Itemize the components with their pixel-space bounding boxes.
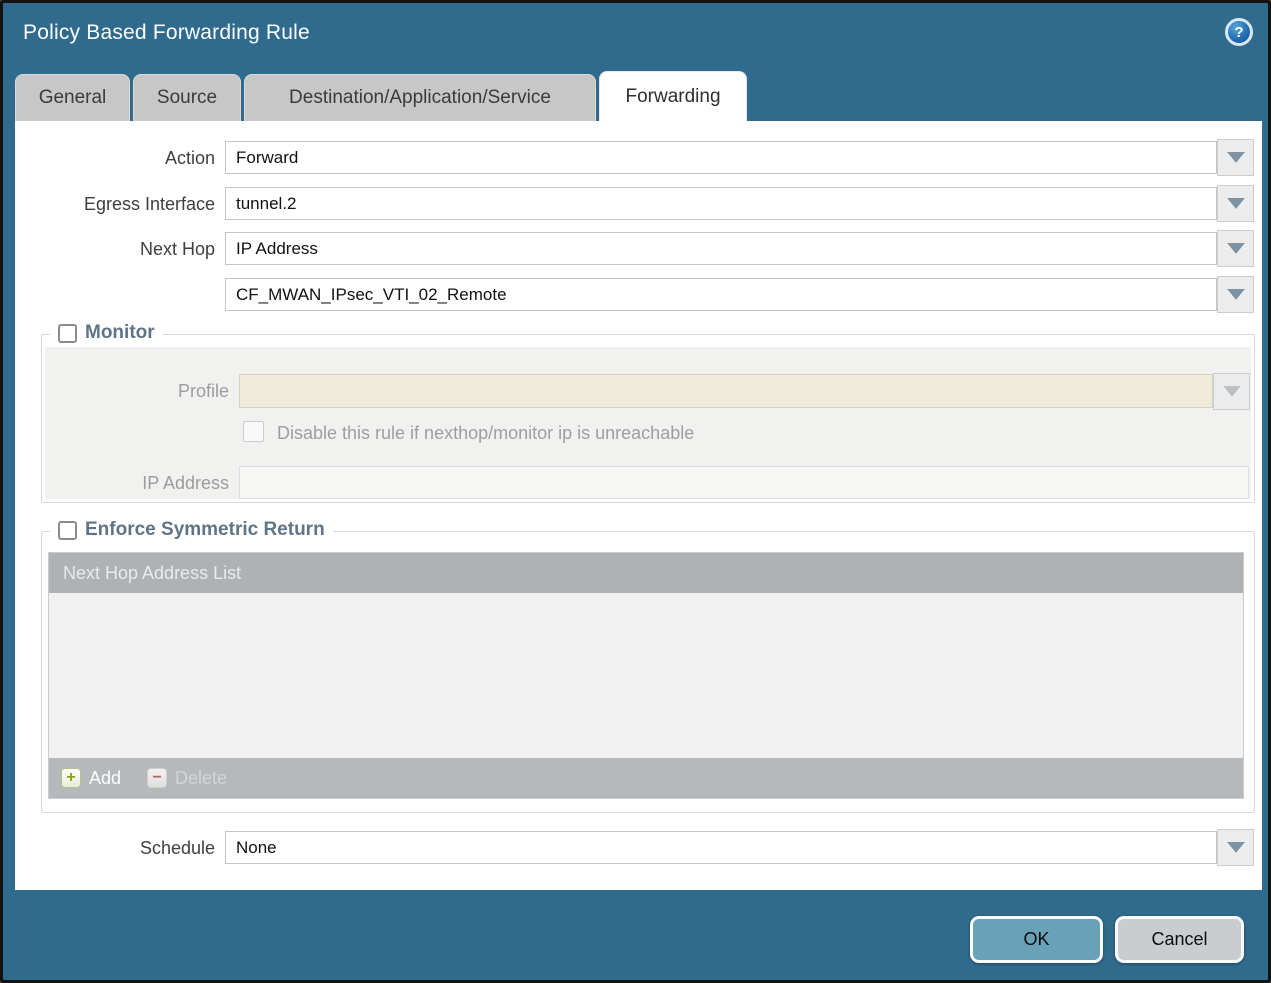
tab-bar: General Source Destination/Application/S… xyxy=(15,71,747,121)
next-hop-address-input[interactable] xyxy=(225,278,1217,311)
monitor-groupbox: Monitor Profile Disable this rule if nex… xyxy=(41,334,1255,503)
egress-interface-input[interactable] xyxy=(225,187,1217,220)
symmetric-return-checkbox[interactable] xyxy=(58,521,77,540)
schedule-input[interactable] xyxy=(225,831,1217,864)
monitor-legend: Monitor xyxy=(50,322,163,344)
symmetric-return-title: Enforce Symmetric Return xyxy=(85,519,325,541)
schedule-label: Schedule xyxy=(15,838,215,859)
add-button-label: Add xyxy=(89,768,121,789)
chevron-down-icon xyxy=(1223,386,1241,397)
action-input[interactable] xyxy=(225,141,1217,174)
delete-button: − Delete xyxy=(147,768,227,789)
symmetric-return-groupbox: Enforce Symmetric Return Next Hop Addres… xyxy=(41,531,1255,813)
action-label: Action xyxy=(15,148,215,169)
next-hop-address-dropdown-button[interactable] xyxy=(1217,276,1254,313)
monitor-checkbox[interactable] xyxy=(58,324,77,343)
cancel-button[interactable]: Cancel xyxy=(1115,916,1244,963)
action-dropdown-button[interactable] xyxy=(1217,139,1254,176)
schedule-dropdown-button[interactable] xyxy=(1217,829,1254,866)
next-hop-address-list-toolbar: + Add − Delete xyxy=(49,758,1243,798)
disable-rule-label: Disable this rule if nexthop/monitor ip … xyxy=(277,423,694,444)
tab-source[interactable]: Source xyxy=(133,74,241,121)
tab-forwarding[interactable]: Forwarding xyxy=(599,71,747,121)
profile-label: Profile xyxy=(45,381,229,402)
chevron-down-icon xyxy=(1227,152,1245,163)
profile-dropdown-button xyxy=(1213,373,1250,410)
dialog-title: Policy Based Forwarding Rule xyxy=(23,21,310,45)
chevron-down-icon xyxy=(1227,243,1245,254)
next-hop-address-table: Next Hop Address List + Add − Delete xyxy=(48,552,1244,799)
monitor-ip-label: IP Address xyxy=(45,473,229,494)
tab-general[interactable]: General xyxy=(15,74,130,121)
pbf-rule-dialog: Policy Based Forwarding Rule ? General S… xyxy=(0,0,1271,983)
next-hop-address-list-body[interactable] xyxy=(49,593,1243,758)
next-hop-address-list-header: Next Hop Address List xyxy=(49,553,1243,593)
chevron-down-icon xyxy=(1227,198,1245,209)
disable-rule-checkbox xyxy=(243,421,264,442)
next-hop-type-dropdown-button[interactable] xyxy=(1217,230,1254,267)
profile-input xyxy=(239,374,1213,408)
minus-icon: − xyxy=(147,768,167,788)
help-icon[interactable]: ? xyxy=(1225,18,1253,46)
monitor-panel: Profile Disable this rule if nexthop/mon… xyxy=(45,347,1251,499)
monitor-title: Monitor xyxy=(85,322,155,344)
delete-button-label: Delete xyxy=(175,768,227,789)
add-button[interactable]: + Add xyxy=(61,768,121,789)
egress-interface-label: Egress Interface xyxy=(15,194,215,215)
symmetric-return-legend: Enforce Symmetric Return xyxy=(50,519,333,541)
plus-icon: + xyxy=(61,768,81,788)
egress-interface-dropdown-button[interactable] xyxy=(1217,185,1254,222)
next-hop-type-input[interactable] xyxy=(225,232,1217,265)
ok-button[interactable]: OK xyxy=(970,916,1103,963)
next-hop-label: Next Hop xyxy=(15,239,215,260)
monitor-ip-input xyxy=(239,466,1249,499)
tab-destination-application-service[interactable]: Destination/Application/Service xyxy=(244,74,596,121)
forwarding-tab-panel: Action Egress Interface Next Hop Monitor xyxy=(15,121,1262,890)
chevron-down-icon xyxy=(1227,289,1245,300)
chevron-down-icon xyxy=(1227,842,1245,853)
